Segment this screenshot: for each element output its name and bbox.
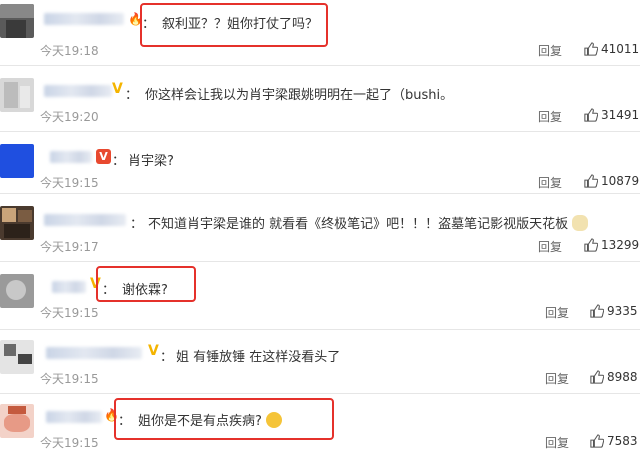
like-button[interactable]: 10879 — [584, 174, 639, 188]
like-button[interactable]: 8988 — [590, 370, 638, 384]
doge-emoji-icon — [572, 215, 589, 231]
avatar[interactable] — [0, 340, 34, 374]
reply-button[interactable]: 回复 — [538, 108, 562, 125]
reply-button[interactable]: 回复 — [538, 42, 562, 59]
comment-row: V ： 姐 有锤放锤 在这样没看头了 今天19:15 回复 8988 — [0, 330, 640, 394]
vip-badge-icon: V — [112, 81, 123, 97]
thumbs-up-icon — [584, 42, 598, 56]
avatar[interactable] — [0, 274, 34, 308]
reply-button[interactable]: 回复 — [545, 304, 569, 321]
username-blurred[interactable] — [44, 13, 124, 25]
comment-time: 今天19:20 — [40, 110, 99, 124]
like-count: 10879 — [601, 174, 640, 188]
comment-row: V ： 你这样会让我以为肖宇梁跟姚明明在一起了（bushi。 今天19:20 回… — [0, 66, 640, 132]
comment-text: 你这样会让我以为肖宇梁跟姚明明在一起了（bushi。 — [145, 88, 454, 103]
like-button[interactable]: 9335 — [590, 304, 638, 318]
avatar[interactable] — [0, 4, 34, 38]
comment-time: 今天19:15 — [40, 436, 99, 450]
comment-text: 不知道肖宇梁是谁的 就看看《终极笔记》吧！！！盗墓笔记影视版天花板 — [148, 213, 589, 232]
name-colon: ： — [125, 88, 139, 103]
username-blurred[interactable] — [44, 85, 112, 97]
comment-row: V ： 肖宇梁? 今天19:15 回复 10879 — [0, 132, 640, 194]
like-button[interactable]: 7583 — [590, 434, 638, 448]
name-colon: ： — [160, 350, 174, 365]
like-count: 8988 — [607, 370, 638, 384]
comment-text: 肖宇梁? — [128, 154, 174, 169]
comment-time: 今天19:15 — [40, 372, 99, 386]
vip-badge-icon: V — [148, 343, 159, 359]
username-blurred[interactable] — [52, 281, 86, 293]
reply-button[interactable]: 回复 — [545, 370, 569, 387]
like-count: 7583 — [607, 434, 638, 448]
like-button[interactable]: 31491 — [584, 108, 639, 122]
comment-row: V ： 谢依霖? 今天19:15 回复 9335 — [0, 262, 640, 330]
like-count: 9335 — [607, 304, 638, 318]
comment-time: 今天19:15 — [40, 306, 99, 320]
comment-list: 🔥 ： 叙利亚？？姐你打仗了吗？ 今天19:18 回复 41011 V ： 你这… — [0, 0, 640, 456]
reply-button[interactable]: 回复 — [538, 238, 562, 255]
name-colon: ： — [112, 154, 126, 169]
username-blurred[interactable] — [46, 347, 142, 359]
like-button[interactable]: 13299 — [584, 238, 639, 252]
avatar[interactable] — [0, 78, 34, 112]
comment-time: 今天19:18 — [40, 44, 99, 58]
reply-button[interactable]: 回复 — [538, 174, 562, 191]
thumbs-up-icon — [584, 174, 598, 188]
thumbs-up-icon — [590, 304, 604, 318]
comment-row: 🔥 ： 叙利亚？？姐你打仗了吗？ 今天19:18 回复 41011 — [0, 0, 640, 66]
thumbs-up-icon — [584, 238, 598, 252]
avatar[interactable] — [0, 206, 34, 240]
thumbs-up-icon — [590, 434, 604, 448]
comment-text: 姐 有锤放锤 在这样没看头了 — [176, 350, 341, 365]
like-count: 31491 — [601, 108, 640, 122]
username-blurred[interactable] — [44, 214, 126, 226]
comment-time: 今天19:15 — [40, 176, 99, 190]
username-blurred[interactable] — [46, 411, 102, 423]
vip-badge-icon: V — [96, 149, 111, 164]
name-colon: ： — [130, 217, 144, 232]
like-button[interactable]: 41011 — [584, 42, 639, 56]
like-count: 41011 — [601, 42, 640, 56]
comment-row: 🔥 ： 姐你是不是有点疾病? 今天19:15 回复 7583 — [0, 394, 640, 456]
thumbs-up-icon — [590, 370, 604, 384]
avatar[interactable] — [0, 144, 34, 178]
username-blurred[interactable] — [50, 151, 92, 163]
thumbs-up-icon — [584, 108, 598, 122]
highlight-box — [96, 266, 196, 302]
comment-time: 今天19:17 — [40, 240, 99, 254]
highlight-box — [140, 3, 328, 47]
like-count: 13299 — [601, 238, 640, 252]
reply-button[interactable]: 回复 — [545, 434, 569, 451]
avatar[interactable] — [0, 404, 34, 438]
highlight-box — [114, 398, 334, 440]
comment-row: ： 不知道肖宇梁是谁的 就看看《终极笔记》吧！！！盗墓笔记影视版天花板 今天19… — [0, 194, 640, 262]
